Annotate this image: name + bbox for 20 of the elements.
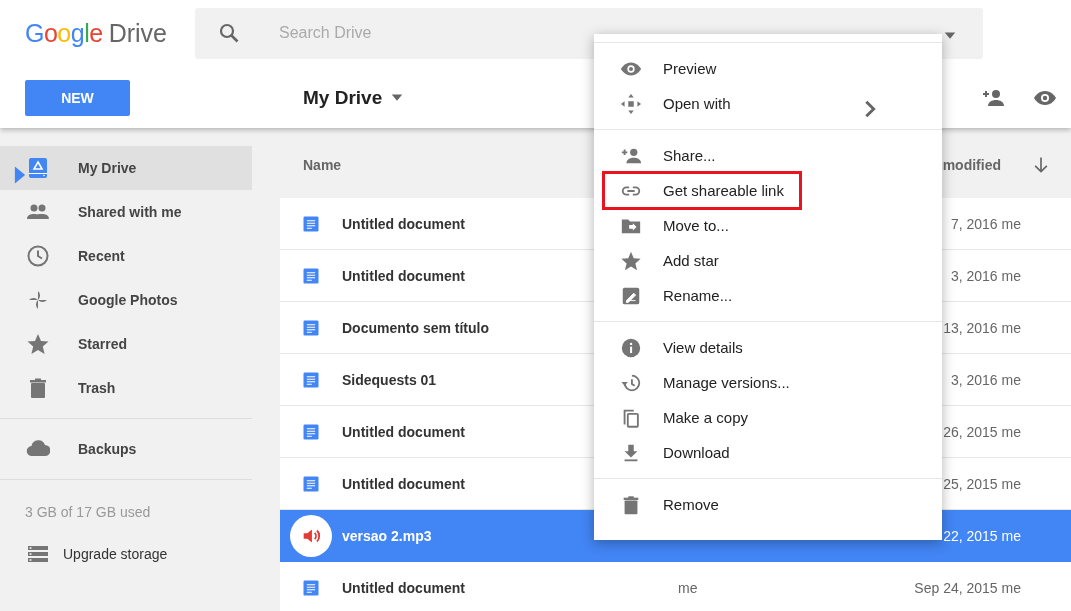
modified-cell: 25, 2015 me xyxy=(943,475,1021,492)
modified-cell: 3, 2016 me xyxy=(950,267,1021,284)
file-name: Untitled document xyxy=(342,423,465,440)
file-name: Untitled document xyxy=(342,267,465,284)
file-name: Untitled document xyxy=(342,215,465,232)
file-name: versao 2.mp3 xyxy=(342,527,432,544)
modified-cell: Sep 24, 2015 me xyxy=(914,579,1021,596)
modified-cell: 3, 2016 me xyxy=(950,371,1021,388)
file-name: Untitled document xyxy=(342,579,465,596)
logo-text: Google xyxy=(25,18,103,48)
owner-cell-text: me xyxy=(678,579,699,596)
modified-cell: 26, 2015 me xyxy=(943,423,1021,440)
storage-usage: 3 GB of 17 GB used xyxy=(24,503,152,522)
modified-cell: 7, 2016 me xyxy=(950,215,1021,232)
file-name: Documento sem título xyxy=(342,319,489,336)
product-name: Drive xyxy=(108,18,167,48)
modified-cell: 13, 2016 me xyxy=(943,319,1021,336)
file-name: Sidequests 01 xyxy=(342,371,437,388)
modified-cell: 22, 2015 me xyxy=(943,527,1021,544)
file-name: Untitled document xyxy=(342,475,465,492)
